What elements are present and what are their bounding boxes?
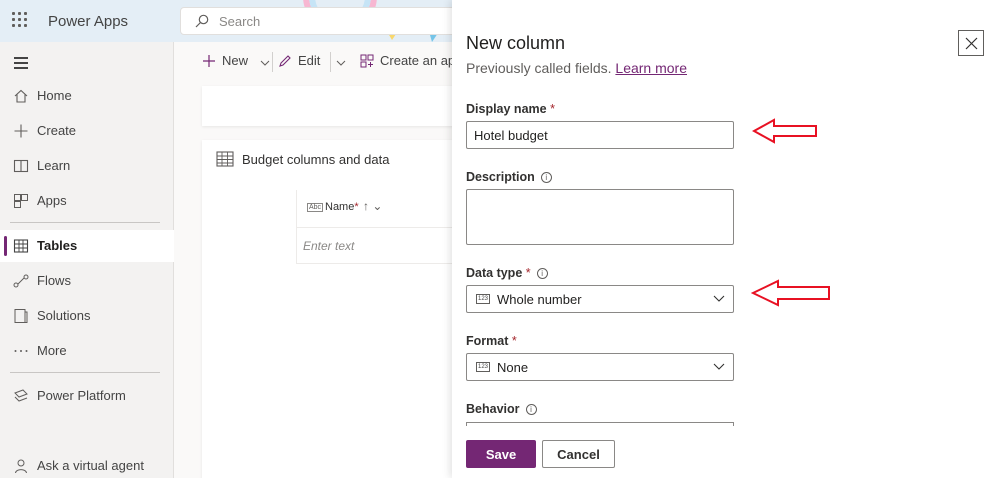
text-type-icon: Abc	[307, 203, 324, 212]
table-icon	[216, 151, 234, 167]
sidebar-item-create[interactable]: Create	[0, 115, 174, 147]
edit-button[interactable]: Edit	[278, 53, 320, 68]
sidebar-item-label: More	[37, 343, 67, 358]
command-divider	[330, 52, 331, 72]
sidebar-item-label: Learn	[37, 158, 71, 173]
data-type-label: Data type * i	[466, 266, 548, 280]
sidebar-item-label: Ask a virtual agent	[37, 458, 144, 473]
sidebar-item-solutions[interactable]: Solutions	[0, 300, 174, 332]
create-app-button[interactable]: Create an app	[360, 53, 462, 68]
search-box[interactable]: Search	[180, 7, 470, 35]
column-header-label: Name*	[325, 201, 359, 213]
behavior-dropdown[interactable]	[466, 422, 734, 426]
format-value: None	[497, 360, 529, 375]
hamburger-menu-icon[interactable]	[14, 57, 28, 72]
sidebar-item-label: Tables	[37, 238, 78, 253]
main-content: New Edit Create an app Budget columns an…	[174, 42, 462, 478]
chevron-down-icon	[713, 295, 725, 302]
save-button[interactable]: Save	[466, 440, 536, 468]
table-properties-card	[202, 86, 462, 126]
nav-divider	[10, 372, 160, 373]
sort-ascending-icon[interactable]: ↑ ⌄	[363, 199, 382, 213]
column-header-name[interactable]: Abc Name* ↑ ⌄	[296, 190, 456, 228]
cell-placeholder: Enter text	[303, 239, 355, 253]
learn-more-link[interactable]: Learn more	[615, 60, 687, 76]
chevron-down-icon	[336, 60, 346, 66]
format-label: Format *	[466, 334, 517, 348]
sidebar-item-home[interactable]: Home	[0, 80, 174, 112]
sidebar-item-label: Solutions	[37, 308, 91, 323]
number-type-icon: 123	[476, 362, 491, 372]
card-title: Budget columns and data	[242, 152, 390, 167]
table-cell-input[interactable]: Enter text	[296, 228, 456, 264]
sidebar-item-apps[interactable]: Apps	[0, 185, 174, 217]
sidebar-item-virtual-agent[interactable]: Ask a virtual agent	[0, 450, 174, 478]
command-bar: New Edit Create an app	[174, 42, 462, 82]
edit-label: Edit	[298, 53, 321, 68]
columns-and-data-card: Budget columns and data Abc Name* ↑ ⌄ En…	[202, 140, 462, 478]
app-launcher-icon[interactable]	[12, 12, 28, 28]
sidebar-item-label: Create	[37, 123, 77, 138]
agent-icon	[15, 459, 27, 474]
power-platform-icon	[14, 389, 28, 402]
app-name[interactable]: Power Apps	[48, 13, 128, 30]
new-button[interactable]: New	[202, 53, 276, 68]
close-icon	[965, 37, 978, 50]
chevron-down-icon	[260, 60, 269, 66]
more-icon	[14, 350, 28, 352]
plus-icon	[14, 124, 28, 138]
description-field[interactable]	[466, 189, 734, 245]
home-icon	[14, 89, 28, 103]
command-divider	[272, 52, 273, 72]
sidebar-item-more[interactable]: More	[0, 335, 174, 367]
info-icon[interactable]: i	[525, 404, 537, 415]
panel-subtitle: Previously called fields. Learn more	[466, 60, 687, 76]
sidebar-item-learn[interactable]: Learn	[0, 150, 174, 182]
left-navigation: Home Create Learn Apps Tables Flows Solu…	[0, 42, 174, 478]
create-app-label: Create an app	[380, 53, 463, 68]
create-app-icon	[360, 54, 374, 68]
annotation-arrow-icon	[751, 279, 830, 307]
book-icon	[13, 159, 29, 173]
sidebar-item-flows[interactable]: Flows	[0, 265, 174, 297]
new-column-panel: New column Previously called fields. Lea…	[452, 0, 999, 478]
panel-title: New column	[466, 33, 566, 53]
info-icon[interactable]: i	[536, 268, 548, 279]
table-icon	[13, 239, 29, 253]
flow-icon	[13, 274, 29, 288]
solutions-icon	[14, 309, 28, 323]
close-button[interactable]	[958, 30, 984, 56]
behavior-label: Behavior i	[466, 402, 537, 416]
subtitle-text: Previously called fields.	[466, 60, 612, 76]
info-icon[interactable]: i	[540, 172, 552, 183]
search-placeholder: Search	[219, 14, 261, 29]
selection-indicator	[4, 236, 7, 256]
number-type-icon: 123	[476, 294, 491, 304]
display-name-label: Display name *	[466, 102, 555, 116]
pencil-icon	[279, 55, 291, 67]
new-label: New	[222, 53, 249, 68]
annotation-arrow-icon	[752, 118, 817, 144]
edit-dropdown-button[interactable]	[336, 53, 352, 68]
apps-icon	[14, 194, 28, 208]
sidebar-item-label: Power Platform	[37, 388, 126, 403]
sidebar-item-tables[interactable]: Tables	[0, 230, 174, 262]
display-name-field[interactable]: Hotel budget	[466, 121, 734, 149]
sidebar-item-label: Apps	[37, 193, 67, 208]
sidebar-item-label: Home	[37, 88, 72, 103]
sidebar-item-power-platform[interactable]: Power Platform	[0, 380, 174, 412]
cancel-button[interactable]: Cancel	[542, 440, 615, 468]
data-type-dropdown[interactable]: 123 Whole number	[466, 285, 734, 313]
chevron-down-icon	[713, 363, 725, 370]
format-dropdown[interactable]: 123 None	[466, 353, 734, 381]
plus-icon	[203, 55, 215, 67]
data-type-value: Whole number	[497, 292, 582, 307]
description-label: Description i	[466, 170, 552, 184]
nav-divider	[10, 222, 160, 223]
sidebar-item-label: Flows	[37, 273, 71, 288]
search-icon	[195, 14, 209, 28]
